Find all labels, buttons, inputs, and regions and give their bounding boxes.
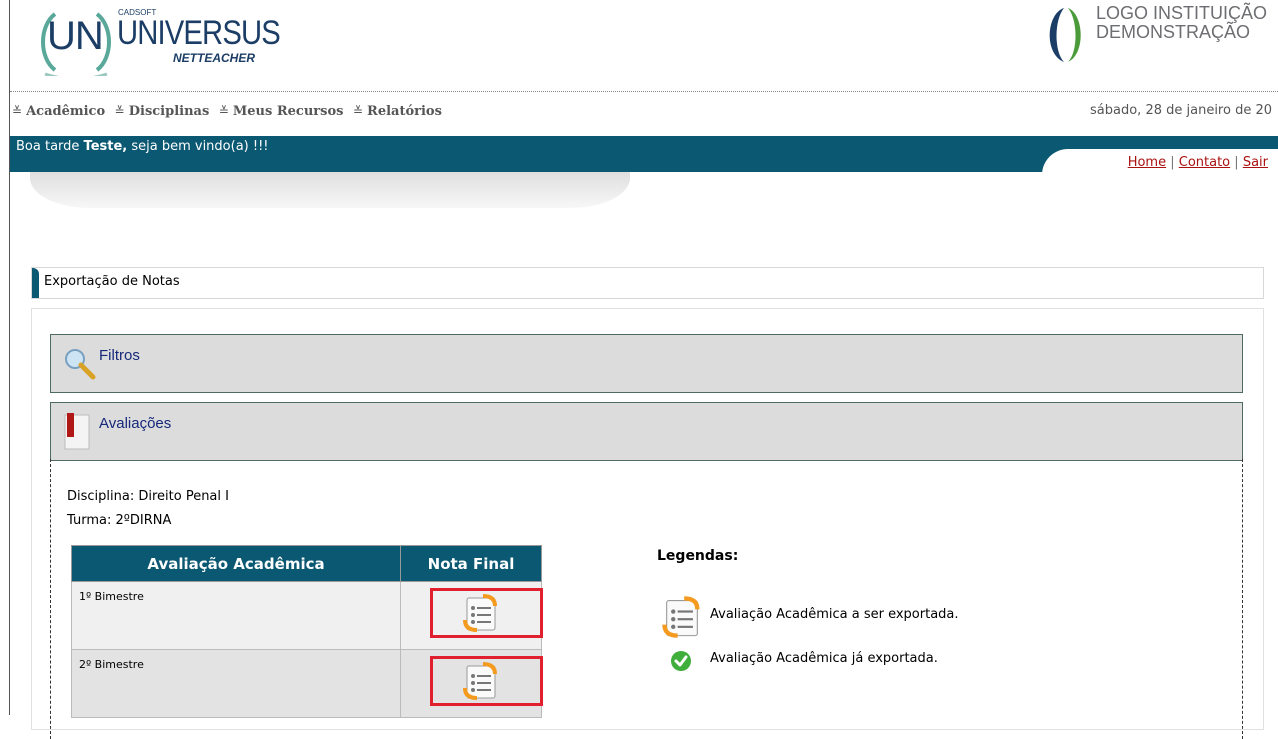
legend-exported-text: Avaliação Acadêmica já exportada. bbox=[710, 651, 938, 666]
filtros-panel[interactable]: Filtros bbox=[50, 334, 1243, 393]
disciplina-label: Disciplina: Direito Penal I bbox=[67, 489, 229, 504]
home-link[interactable]: Home bbox=[1128, 155, 1166, 170]
page-title-bar: Exportação de Notas bbox=[31, 267, 1264, 299]
avaliacoes-panel[interactable]: Avaliações bbox=[50, 402, 1243, 461]
logo-universus: UNIVERSUS bbox=[117, 14, 281, 52]
title-accent bbox=[32, 268, 39, 298]
header-shadow bbox=[30, 172, 630, 208]
magnifier-icon bbox=[65, 349, 96, 380]
filtros-title: Filtros bbox=[99, 347, 140, 364]
menu-item-relatorios[interactable]: ≚ Relatórios bbox=[353, 104, 442, 119]
export-grade-icon[interactable] bbox=[461, 592, 501, 634]
avaliacoes-title: Avaliações bbox=[99, 415, 172, 432]
export-grade-icon[interactable] bbox=[461, 660, 501, 702]
chevron-down-icon: ≚ bbox=[352, 104, 364, 118]
contato-link[interactable]: Contato bbox=[1179, 155, 1230, 170]
left-border bbox=[9, 0, 10, 715]
table-row: 2º Bimestre bbox=[71, 649, 543, 718]
institution-logo-icon bbox=[1049, 8, 1081, 62]
export-cell bbox=[400, 581, 543, 650]
header-divider bbox=[10, 91, 1278, 92]
legend-title: Legendas: bbox=[657, 548, 739, 564]
current-date: sábado, 28 de janeiro de 20 bbox=[1090, 103, 1272, 118]
document-bookmark-icon bbox=[64, 413, 90, 450]
universus-logo[interactable]: UN CADSOFT UNIVERSUS NETTEACHER bbox=[33, 0, 281, 80]
menu-item-meus-recursos[interactable]: ≚ Meus Recursos bbox=[219, 104, 344, 119]
institution-logo-line1: LOGO INSTITUIÇÃO bbox=[1096, 3, 1268, 23]
column-header-nota-final: Nota Final bbox=[400, 545, 542, 582]
chevron-down-icon: ≚ bbox=[218, 104, 229, 118]
export-grade-icon bbox=[662, 596, 700, 638]
legend-export-text: Avaliação Acadêmica a ser exportada. bbox=[710, 607, 959, 622]
column-header-avaliacao: Avaliação Acadêmica bbox=[71, 545, 401, 582]
main-menu: ≚ Acadêmico ≚ Disciplinas ≚ Meus Recursos ≚… bbox=[12, 104, 447, 119]
institution-logo: LOGO INSTITUIÇÃO DEMONSTRAÇÃO bbox=[1040, 0, 1278, 70]
logo-un-text: UN bbox=[47, 14, 104, 58]
chevron-down-icon: ≚ bbox=[114, 104, 125, 118]
chevron-down-icon: ≚ bbox=[12, 104, 23, 118]
row-label: 1º Bimestre bbox=[71, 581, 401, 650]
turma-label: Turma: 2ºDIRNA bbox=[67, 513, 172, 528]
export-cell bbox=[400, 649, 543, 718]
logo-netteacher: NETTEACHER bbox=[173, 51, 256, 65]
avaliacoes-table: Avaliação Acadêmica Nota Final 1º Bimest… bbox=[71, 545, 543, 718]
menu-item-academico[interactable]: ≚ Acadêmico bbox=[12, 104, 105, 119]
check-icon bbox=[671, 651, 691, 671]
sair-link[interactable]: Sair bbox=[1243, 155, 1268, 170]
table-row: 1º Bimestre bbox=[71, 581, 543, 650]
page-title: Exportação de Notas bbox=[44, 274, 180, 289]
row-label: 2º Bimestre bbox=[71, 649, 401, 718]
top-links: Home | Contato | Sair bbox=[1127, 155, 1268, 170]
menu-item-disciplinas[interactable]: ≚ Disciplinas bbox=[115, 104, 210, 119]
institution-logo-line2: DEMONSTRAÇÃO bbox=[1096, 22, 1251, 42]
user-name: Teste, bbox=[83, 139, 128, 154]
greeting: Boa tarde Teste, seja bem vindo(a) !!! bbox=[16, 139, 269, 154]
